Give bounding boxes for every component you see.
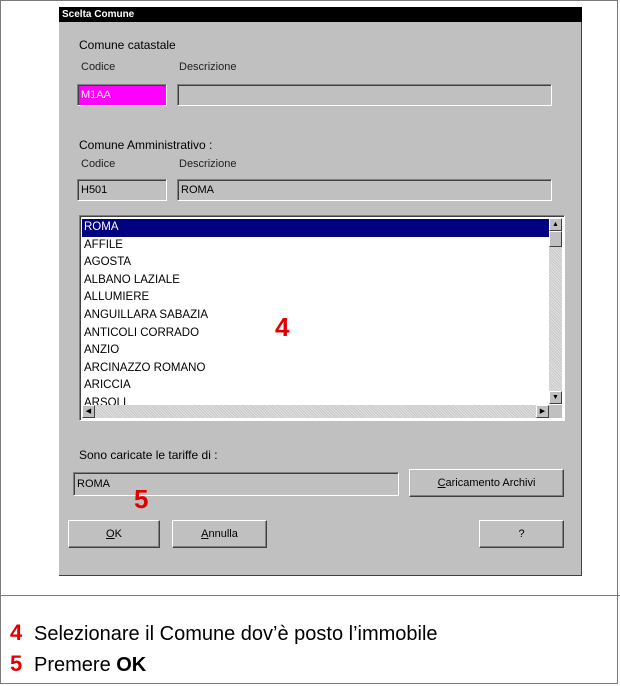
list-item[interactable]: ROMA (82, 219, 550, 237)
amministrativo-descrizione-field[interactable]: ROMA (177, 179, 552, 201)
tariffe-value-field: ROMA (73, 472, 399, 496)
catastale-codice-label: Codice (81, 61, 116, 73)
tariffe-label: Sono caricate le tariffe di : (79, 448, 218, 462)
list-item[interactable]: AFFILE (82, 237, 550, 255)
caption-text: Selezionare il Comune dov’è posto l’immo… (34, 623, 438, 645)
caption-step-5: 5 Premere OK (10, 651, 146, 677)
amministrativo-codice-field[interactable]: H501 (77, 179, 167, 201)
catastale-descrizione-label: Descrizione (179, 61, 237, 73)
list-item[interactable]: ANTICOLI CORRADO (82, 325, 550, 343)
catastale-descrizione-field[interactable] (177, 84, 552, 106)
step-marker-5: 5 (134, 484, 149, 514)
caption-step-4: 4 Selezionare il Comune dov’è posto l’imm… (10, 620, 438, 646)
vertical-scrollbar[interactable]: ▲ ▼ (549, 218, 562, 404)
comuni-list: ROMA AFFILE AGOSTA ALBANO LAZIALE ALLUMIERE A… (82, 219, 550, 413)
amministrativo-descrizione-label: Descrizione (179, 158, 237, 170)
caption-number: 5 (10, 651, 23, 676)
catastale-codice-field[interactable]: M1AA (77, 84, 167, 106)
ok-button[interactable]: OK (68, 520, 160, 548)
list-item[interactable]: ALBANO LAZIALE (82, 272, 550, 290)
list-item[interactable]: ANGUILLARA SABAZIA (82, 307, 550, 325)
scroll-right-arrow-icon[interactable]: ▶ (536, 405, 549, 418)
list-item[interactable]: AGOSTA (82, 254, 550, 272)
list-item[interactable]: ARICCIA (82, 377, 550, 395)
help-button[interactable]: ? (479, 520, 564, 548)
scroll-up-arrow-icon[interactable]: ▲ (549, 218, 562, 231)
scroll-down-arrow-icon[interactable]: ▼ (549, 391, 562, 404)
comune-amministrativo-label: Comune Amministrativo : (79, 138, 213, 152)
list-item[interactable]: ARCINAZZO ROMANO (82, 360, 550, 378)
horizontal-scrollbar[interactable]: ◀ ▶ (82, 405, 549, 418)
caption-ok-bold: OK (116, 654, 147, 676)
scroll-left-arrow-icon[interactable]: ◀ (82, 405, 95, 418)
amministrativo-codice-label: Codice (81, 158, 116, 170)
caption-number: 4 (10, 620, 23, 645)
step-marker-4: 4 (275, 312, 290, 342)
scrollbar-corner (549, 405, 562, 418)
list-item[interactable]: ALLUMIERE (82, 289, 550, 307)
comuni-listbox[interactable]: ROMA AFFILE AGOSTA ALBANO LAZIALE ALLUMIERE A… (79, 215, 565, 421)
annulla-button[interactable]: Annulla (172, 520, 267, 548)
list-item[interactable]: ANZIO (82, 342, 550, 360)
caption-text: Premere (34, 654, 117, 676)
dialog-title: Scelta Comune (59, 7, 582, 22)
comune-catastale-label: Comune catastale (79, 38, 176, 52)
caption-divider (0, 595, 620, 596)
caricamento-archivi-button[interactable]: Caricamento Archivi (409, 469, 564, 497)
vertical-scroll-thumb[interactable] (549, 231, 562, 247)
